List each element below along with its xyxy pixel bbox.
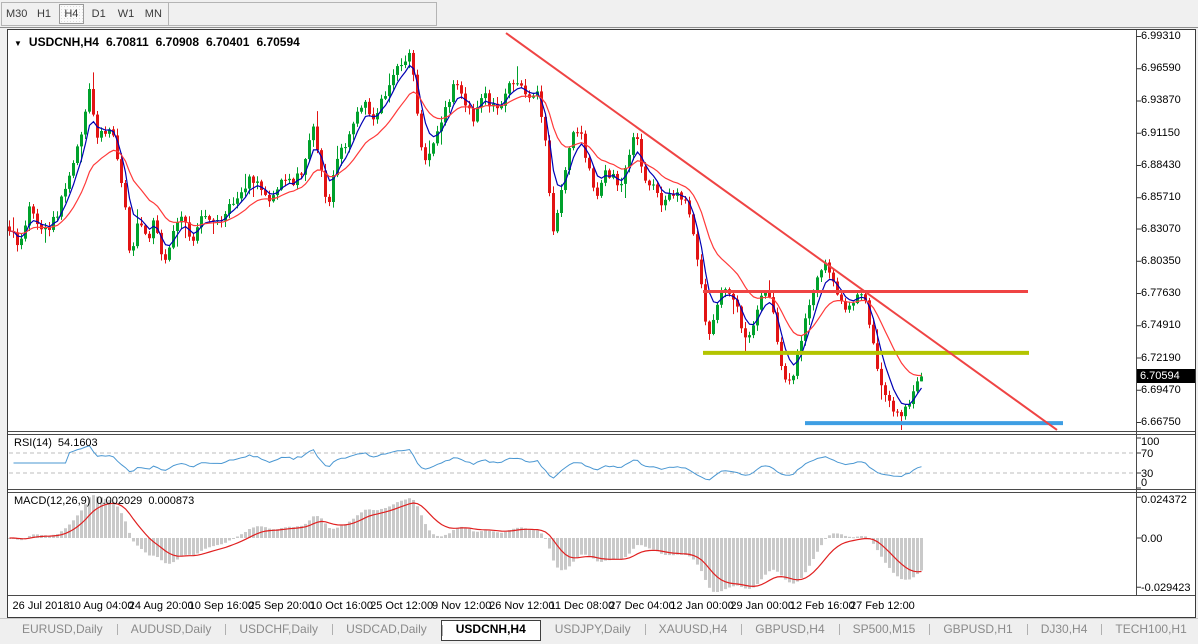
time-axis-label: 27 Feb 12:00 bbox=[850, 600, 915, 612]
ohlc-close: 6.70594 bbox=[256, 35, 299, 49]
rsi-indicator-label: RSI(14) 54.1603 bbox=[14, 437, 98, 449]
price-axis-tick: 6.96590 bbox=[1141, 62, 1181, 74]
tab-usdcnh-h4[interactable]: USDCNH,H4 bbox=[441, 620, 541, 641]
toolbar-empty-section bbox=[169, 2, 437, 26]
tab-gbpusd-h4[interactable]: GBPUSD,H4 bbox=[741, 620, 838, 639]
time-axis-label: 27 Dec 04:00 bbox=[609, 600, 674, 612]
tab-gbpusd-h1[interactable]: GBPUSD,H1 bbox=[929, 620, 1026, 639]
price-axis-tick: 6.77630 bbox=[1141, 287, 1181, 299]
macd-indicator-label: MACD(12,26,9) 0.002029 0.000873 bbox=[14, 495, 194, 507]
chart-area[interactable]: ▼ USDCNH,H4 6.70811 6.70908 6.70401 6.70… bbox=[7, 29, 1196, 618]
rsi-scale-label: 0 bbox=[1141, 477, 1147, 489]
price-axis-tick: 6.80350 bbox=[1141, 255, 1181, 267]
time-axis-label: 29 Jan 00:00 bbox=[730, 600, 794, 612]
price-axis-tick: 6.99310 bbox=[1141, 30, 1181, 42]
rsi-value: 54.1603 bbox=[58, 437, 98, 449]
ohlc-high: 6.70908 bbox=[156, 35, 199, 49]
tab-dj30-h4[interactable]: DJ30,H4 bbox=[1027, 620, 1102, 639]
rsi-scale-label: 70 bbox=[1141, 448, 1153, 460]
timeframe-button-group: M30 H1 H4 D1 W1 MN bbox=[1, 2, 169, 26]
price-axis-tick: 6.88430 bbox=[1141, 159, 1181, 171]
time-axis-label: 12 Jan 00:00 bbox=[670, 600, 734, 612]
time-axis[interactable]: 26 Jul 2018 10 Aug 04:00 24 Aug 20:00 10… bbox=[8, 596, 1195, 617]
tab-usdjpy-daily[interactable]: USDJPY,Daily bbox=[541, 620, 645, 639]
candlestick-chart bbox=[8, 30, 1195, 617]
current-price-badge: 6.70594 bbox=[1137, 369, 1195, 383]
timeframe-button-m30[interactable]: M30 bbox=[4, 4, 29, 24]
timeframe-button-d1[interactable]: D1 bbox=[86, 4, 111, 24]
time-axis-label: 26 Jul 2018 bbox=[13, 600, 70, 612]
time-axis-label: 9 Nov 12:00 bbox=[432, 600, 491, 612]
tab-eurusd-daily[interactable]: EURUSD,Daily bbox=[8, 620, 117, 639]
symbol-dropdown-icon[interactable]: ▼ bbox=[14, 39, 22, 48]
tab-audusd-daily[interactable]: AUDUSD,Daily bbox=[117, 620, 226, 639]
time-axis-label: 10 Aug 04:00 bbox=[69, 600, 134, 612]
price-axis-tick: 6.85710 bbox=[1141, 191, 1181, 203]
ohlc-low: 6.70401 bbox=[206, 35, 249, 49]
macd-scale-label: 0.024372 bbox=[1141, 494, 1187, 506]
timeframe-toolbar: M30 H1 H4 D1 W1 MN bbox=[0, 0, 1198, 28]
macd-signal-value: 0.000873 bbox=[148, 495, 194, 507]
price-axis-tick: 6.69470 bbox=[1141, 384, 1181, 396]
macd-name: MACD(12,26,9) bbox=[14, 495, 90, 507]
tab-xauusd-h4[interactable]: XAUUSD,H4 bbox=[645, 620, 742, 639]
time-axis-label: 12 Feb 16:00 bbox=[790, 600, 855, 612]
price-axis-tick: 6.66750 bbox=[1141, 416, 1181, 428]
chart-header: ▼ USDCNH,H4 6.70811 6.70908 6.70401 6.70… bbox=[14, 35, 300, 49]
price-axis-tick: 6.74910 bbox=[1141, 319, 1181, 331]
timeframe-button-mn[interactable]: MN bbox=[141, 4, 166, 24]
tab-tech100-h1[interactable]: TECH100,H1 bbox=[1101, 620, 1198, 639]
timeframe-button-h1[interactable]: H1 bbox=[31, 4, 56, 24]
macd-main-value: 0.002029 bbox=[96, 495, 142, 507]
macd-scale-label: -0.029423 bbox=[1141, 582, 1191, 594]
price-axis-tick: 6.83070 bbox=[1141, 223, 1181, 235]
trading-platform-window: M30 H1 H4 D1 W1 MN ▼ USDCNH,H4 6.70811 6… bbox=[0, 0, 1198, 644]
time-axis-label: 24 Aug 20:00 bbox=[129, 600, 194, 612]
time-axis-label: 25 Sep 20:00 bbox=[249, 600, 314, 612]
time-axis-label: 26 Nov 12:00 bbox=[489, 600, 554, 612]
chart-symbol-label: USDCNH,H4 bbox=[29, 35, 99, 49]
rsi-name: RSI(14) bbox=[14, 437, 52, 449]
time-axis-label: 25 Oct 12:00 bbox=[370, 600, 433, 612]
price-axis-tick: 6.72190 bbox=[1141, 352, 1181, 364]
timeframe-button-h4[interactable]: H4 bbox=[59, 4, 84, 24]
time-axis-label: 11 Dec 08:00 bbox=[550, 600, 615, 612]
ohlc-open: 6.70811 bbox=[106, 35, 149, 49]
price-axis-tick: 6.91150 bbox=[1141, 127, 1180, 139]
symbol-tab-bar: EURUSD,Daily AUDUSD,Daily USDCHF,Daily U… bbox=[0, 618, 1198, 644]
time-axis-label: 10 Oct 16:00 bbox=[310, 600, 373, 612]
rsi-scale-label: 100 bbox=[1141, 436, 1159, 448]
tab-sp500-m15[interactable]: SP500,M15 bbox=[839, 620, 930, 639]
price-axis-tick: 6.93870 bbox=[1141, 94, 1181, 106]
macd-scale-label: 0.00 bbox=[1141, 533, 1162, 545]
tab-usdcad-daily[interactable]: USDCAD,Daily bbox=[332, 620, 441, 639]
tab-usdchf-daily[interactable]: USDCHF,Daily bbox=[225, 620, 332, 639]
time-axis-label: 10 Sep 16:00 bbox=[189, 600, 254, 612]
timeframe-button-w1[interactable]: W1 bbox=[113, 4, 138, 24]
